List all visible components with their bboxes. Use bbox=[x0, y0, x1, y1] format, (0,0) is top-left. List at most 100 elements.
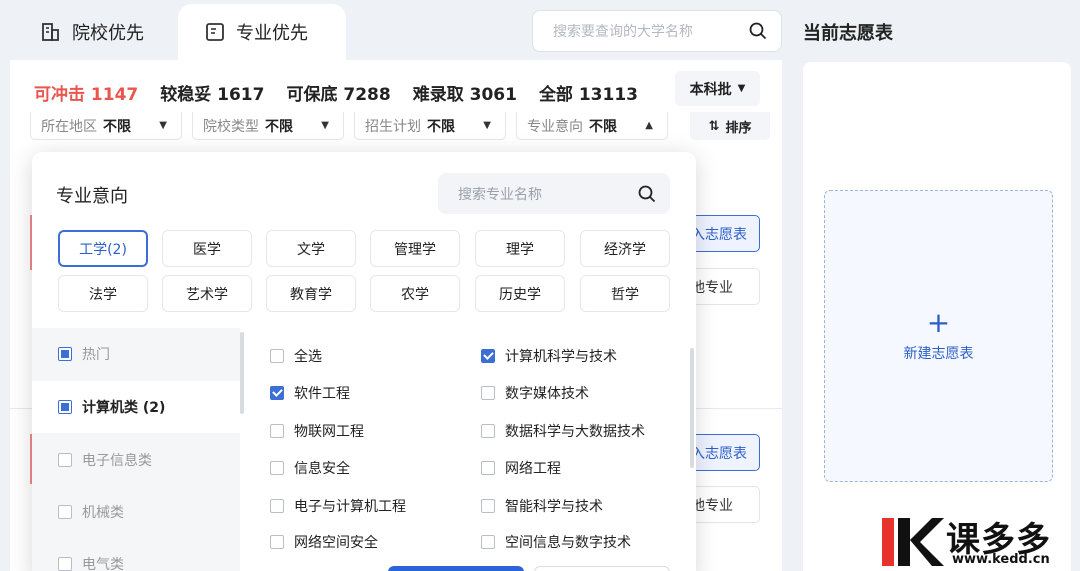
filter-school-type[interactable]: 院校类型 不限 ▼ bbox=[192, 112, 344, 140]
category-philosophy[interactable]: 哲学 bbox=[580, 275, 670, 312]
major-label: 物联网工程 bbox=[294, 424, 364, 440]
tab-school-label: 院校优先 bbox=[72, 23, 144, 44]
caret-down-icon: ▼ bbox=[737, 83, 746, 94]
group-item-electronics[interactable]: 电子信息类 bbox=[32, 434, 240, 486]
category-literature[interactable]: 文学 bbox=[266, 230, 356, 267]
major-item-cs[interactable]: 计算机科学与技术 bbox=[481, 346, 617, 366]
major-search-input[interactable]: 搜索专业名称 bbox=[438, 173, 670, 214]
category-medicine[interactable]: 医学 bbox=[162, 230, 252, 267]
checkbox[interactable] bbox=[481, 349, 495, 363]
checkbox[interactable] bbox=[270, 499, 284, 513]
category-management[interactable]: 管理学 bbox=[370, 230, 460, 267]
stat-stable[interactable]: 较稳妥 1617 bbox=[160, 80, 264, 105]
group-item-computer[interactable]: 计算机类 (2) bbox=[32, 381, 240, 433]
checkbox[interactable] bbox=[481, 424, 495, 438]
checkbox[interactable] bbox=[270, 535, 284, 549]
stat-rush[interactable]: 可冲击 1147 bbox=[34, 80, 138, 105]
major-item-ece[interactable]: 电子与计算机工程 bbox=[270, 496, 406, 516]
university-search-placeholder: 搜索要查询的大学名称 bbox=[553, 24, 693, 40]
sort-label: 排序 bbox=[725, 120, 752, 136]
caret-down-icon: ▼ bbox=[483, 120, 491, 131]
add-to-list-label: 入志愿表 bbox=[691, 226, 747, 243]
filter-plan-label: 招生计划 bbox=[365, 118, 421, 135]
category-science[interactable]: 理学 bbox=[475, 230, 565, 267]
group-list-scrollbar[interactable] bbox=[240, 332, 244, 414]
search-icon[interactable] bbox=[638, 185, 656, 203]
checkbox[interactable] bbox=[270, 461, 284, 475]
caret-up-icon: ▲ bbox=[645, 120, 653, 131]
popup-title: 专业意向 bbox=[56, 186, 128, 207]
filter-major-intent[interactable]: 专业意向 不限 ▲ bbox=[516, 112, 668, 140]
category-economics[interactable]: 经济学 bbox=[580, 230, 670, 267]
category-engineering[interactable]: 工学(2) bbox=[58, 230, 148, 267]
major-item-cyberspace[interactable]: 网络空间安全 bbox=[270, 532, 378, 552]
major-item-intelligence[interactable]: 智能科学与技术 bbox=[481, 496, 603, 516]
reset-button[interactable] bbox=[534, 566, 670, 571]
group-item-electrical[interactable]: 电气类 bbox=[32, 538, 240, 571]
major-item-network[interactable]: 网络工程 bbox=[481, 458, 561, 478]
group-item-mechanical[interactable]: 机械类 bbox=[32, 486, 240, 538]
logo-url: www.kedd.cn bbox=[952, 552, 1050, 567]
checkbox[interactable] bbox=[481, 386, 495, 400]
plus-icon: + bbox=[926, 306, 951, 339]
major-label: 网络空间安全 bbox=[294, 535, 378, 551]
major-list-scrollbar[interactable] bbox=[690, 348, 694, 468]
category-agriculture[interactable]: 农学 bbox=[370, 275, 460, 312]
major-item-infosec[interactable]: 信息安全 bbox=[270, 458, 350, 478]
major-item-data-science[interactable]: 数据科学与大数据技术 bbox=[481, 421, 645, 441]
kedd-logo: 课多多 www.kedd.cn bbox=[880, 512, 1080, 571]
university-search-input[interactable]: 搜索要查询的大学名称 bbox=[532, 10, 782, 52]
checkbox[interactable] bbox=[270, 424, 284, 438]
tab-school-first[interactable]: 院校优先 bbox=[40, 4, 144, 60]
stat-hard[interactable]: 难录取 3061 bbox=[413, 80, 517, 105]
building-icon bbox=[42, 23, 59, 41]
category-law[interactable]: 法学 bbox=[58, 275, 148, 312]
group-count: 2 bbox=[149, 400, 160, 416]
checkbox[interactable] bbox=[270, 386, 284, 400]
checkbox[interactable] bbox=[58, 453, 72, 467]
filter-region[interactable]: 所在地区 不限 ▼ bbox=[30, 112, 182, 140]
major-group-list: 热门 计算机类 (2) 电子信息类 机械类 电气类 bbox=[32, 328, 240, 571]
major-item-spatial[interactable]: 空间信息与数字技术 bbox=[481, 532, 631, 552]
major-label: 信息安全 bbox=[294, 461, 350, 477]
sort-button[interactable]: ⇅ 排序 bbox=[690, 112, 770, 140]
tab-major-label: 专业优先 bbox=[236, 23, 308, 44]
checkbox[interactable] bbox=[481, 499, 495, 513]
filter-plan[interactable]: 招生计划 不限 ▼ bbox=[354, 112, 506, 140]
category-history[interactable]: 历史学 bbox=[475, 275, 565, 312]
checkbox[interactable] bbox=[58, 557, 72, 571]
filter-major-intent-value: 不限 bbox=[589, 118, 617, 135]
filter-row: 所在地区 不限 ▼ 院校类型 不限 ▼ 招生计划 不限 ▼ 专业意向 不限 ▲ … bbox=[30, 112, 770, 140]
stat-all[interactable]: 全部 13113 bbox=[539, 80, 638, 105]
tab-major-first[interactable]: 专业优先 bbox=[178, 4, 346, 60]
checkbox[interactable] bbox=[58, 505, 72, 519]
new-list-card[interactable]: + 新建志愿表 bbox=[824, 190, 1053, 482]
group-item-hot[interactable]: 热门 bbox=[32, 328, 240, 380]
sort-icon: ⇅ bbox=[708, 118, 720, 134]
major-item-se[interactable]: 软件工程 bbox=[270, 383, 350, 403]
search-icon[interactable] bbox=[749, 22, 767, 40]
filter-school-type-value: 不限 bbox=[265, 118, 293, 135]
add-to-list-label: 入志愿表 bbox=[691, 445, 747, 462]
checkbox[interactable] bbox=[270, 349, 284, 363]
filter-school-type-label: 院校类型 bbox=[203, 118, 259, 135]
group-label: 机械类 bbox=[82, 505, 124, 521]
filter-region-value: 不限 bbox=[103, 118, 131, 135]
confirm-button[interactable] bbox=[388, 566, 524, 571]
major-item-digital-media[interactable]: 数字媒体技术 bbox=[481, 383, 589, 403]
category-education[interactable]: 教育学 bbox=[266, 275, 356, 312]
category-art[interactable]: 艺术学 bbox=[162, 275, 252, 312]
major-item-iot[interactable]: 物联网工程 bbox=[270, 421, 364, 441]
stat-safe[interactable]: 可保底 7288 bbox=[286, 80, 390, 105]
group-label: 电气类 bbox=[82, 557, 124, 571]
major-item-select-all[interactable]: 全选 bbox=[270, 346, 322, 366]
checkbox[interactable] bbox=[481, 461, 495, 475]
filter-region-label: 所在地区 bbox=[41, 118, 97, 135]
batch-select[interactable]: 本科批 ▼ bbox=[675, 71, 760, 106]
major-label: 网络工程 bbox=[505, 461, 561, 477]
checkbox[interactable] bbox=[58, 400, 72, 414]
checkbox[interactable] bbox=[481, 535, 495, 549]
checkbox[interactable] bbox=[58, 347, 72, 361]
stats-bar: 可冲击 1147 较稳妥 1617 可保底 7288 难录取 3061 全部 1… bbox=[34, 80, 638, 105]
major-label: 智能科学与技术 bbox=[505, 499, 603, 515]
